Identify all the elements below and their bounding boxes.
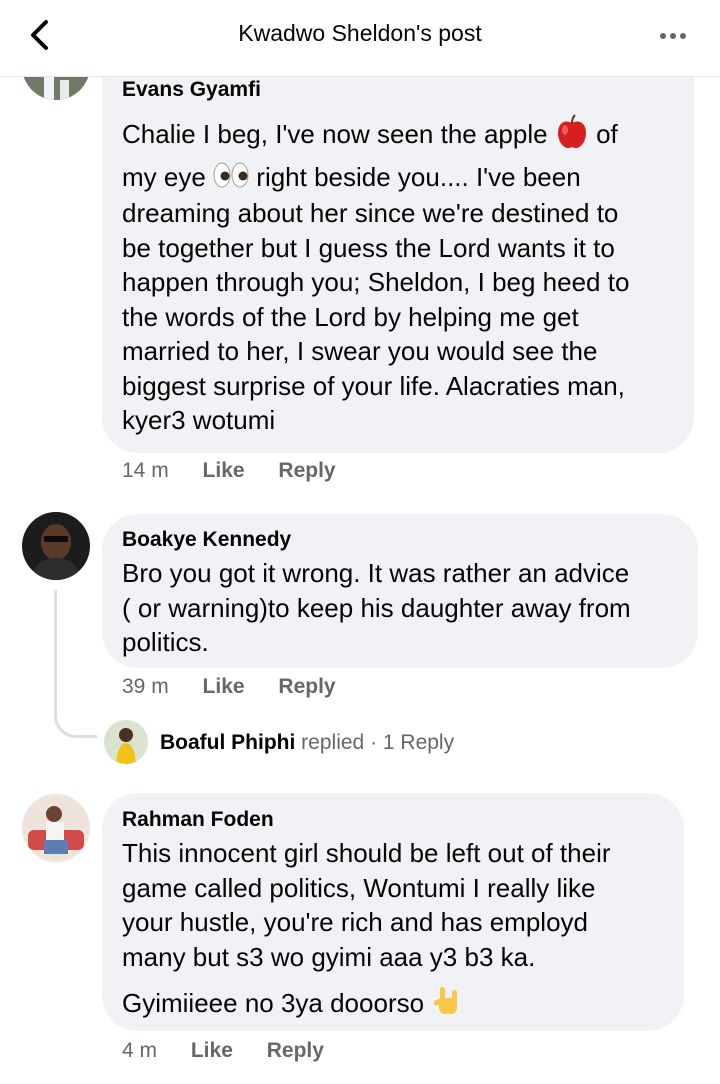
comment-text: Bro you got it wrong. It was rather an a…: [122, 558, 631, 657]
comment-author[interactable]: Evans Gyamfi: [122, 78, 261, 102]
red-apple-icon: [555, 114, 589, 159]
reply-button[interactable]: Reply: [278, 459, 335, 482]
comment-time: 14 m: [122, 459, 169, 482]
comment-meta: 14 m Like Reply: [122, 459, 336, 483]
comment-time: 4 m: [122, 1039, 158, 1062]
more-options-button[interactable]: [660, 26, 694, 46]
avatar-image: [22, 512, 90, 580]
comment-text: This innocent girl should be left out of…: [122, 836, 682, 1027]
page-title: Kwadwo Sheldon's post: [238, 20, 482, 46]
comment-text: Chalie I beg, I've now seen the apple of…: [122, 114, 692, 438]
top-bar: Kwadwo Sheldon's post: [0, 0, 720, 77]
like-button[interactable]: Like: [203, 675, 245, 698]
reply-button[interactable]: Reply: [278, 675, 335, 698]
avatar-image: [104, 720, 148, 764]
reply-button[interactable]: Reply: [267, 1039, 324, 1062]
comment-author[interactable]: Boakye Kennedy: [122, 528, 291, 552]
comment-meta: 39 m Like Reply: [122, 675, 336, 699]
avatar: [104, 720, 148, 764]
comment-author[interactable]: Rahman Foden: [122, 808, 274, 832]
love-you-gesture-icon: [431, 984, 465, 1027]
thread-connector: [54, 590, 97, 738]
reply-count: · 1 Reply: [370, 731, 455, 754]
like-button[interactable]: Like: [203, 459, 245, 482]
eyes-icon: [213, 162, 249, 197]
like-button[interactable]: Like: [191, 1039, 233, 1062]
avatar[interactable]: [22, 512, 90, 580]
comment-meta: 4 m Like Reply: [122, 1039, 324, 1063]
reply-author: Boaful Phiphi: [160, 731, 296, 754]
avatar-image: [22, 794, 90, 862]
avatar[interactable]: [22, 794, 90, 862]
comment-time: 39 m: [122, 675, 169, 698]
more-horizontal-icon: [660, 33, 666, 39]
